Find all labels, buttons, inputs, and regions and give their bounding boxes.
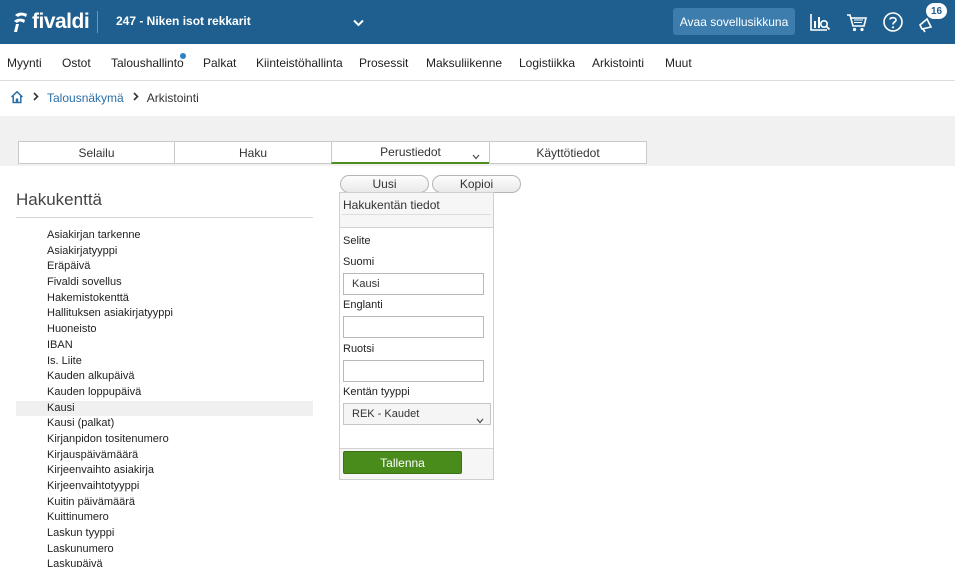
copy-button[interactable]: Kopioi <box>432 175 521 193</box>
details-form: Selite Suomi Kausi Englanti Ruotsi Kentä… <box>340 228 493 448</box>
nav-item-maksuliikenne[interactable]: Maksuliikenne <box>426 56 502 70</box>
details-title: Hakukentän tiedot <box>343 198 440 212</box>
field-type-value: REK - Kaudet <box>352 408 420 420</box>
logo-text: fivaldi <box>32 10 90 33</box>
list-item-selected[interactable]: Kausi <box>16 400 313 417</box>
chevron-down-icon <box>476 411 484 431</box>
list-item[interactable]: Laskunumero <box>16 542 313 558</box>
open-app-window-button[interactable]: Avaa sovellusikkuna <box>673 8 795 35</box>
panel-title: Hakukenttä <box>16 190 313 218</box>
list-item[interactable]: Kirjeenvaihto asiakirja <box>16 463 313 479</box>
nav-item-ostot[interactable]: Ostot <box>62 56 91 70</box>
list-item[interactable]: Kuitin päivämäärä <box>16 495 313 511</box>
list-item[interactable]: Hakemistokenttä <box>16 291 313 307</box>
field-type-label: Kentän tyyppi <box>343 386 410 398</box>
main-navigation: Myynti Ostot Taloushallinto Palkat Kiint… <box>0 44 955 81</box>
list-item[interactable]: Is. Liite <box>16 354 313 370</box>
nav-item-kiinteistohallinta[interactable]: Kiinteistöhallinta <box>256 56 343 70</box>
company-selector-label[interactable]: 247 - Niken isot rekkarit <box>116 14 251 28</box>
list-item[interactable]: Fivaldi sovellus <box>16 275 313 291</box>
notification-count-badge: 16 <box>926 3 947 19</box>
list-item[interactable]: Asiakirjan tarkenne <box>16 228 313 244</box>
list-item[interactable]: Laskupäivä <box>16 557 313 567</box>
nav-item-myynti[interactable]: Myynti <box>7 56 42 70</box>
divider <box>340 448 493 449</box>
help-icon[interactable] <box>882 11 904 33</box>
nav-item-arkistointi[interactable]: Arkistointi <box>592 56 644 70</box>
nav-item-logistiikka[interactable]: Logistiikka <box>519 56 575 70</box>
list-item[interactable]: Hallituksen asiakirjatyyppi <box>16 306 313 322</box>
logo-divider <box>97 11 98 33</box>
search-field-list: Asiakirjan tarkenne Asiakirjatyyppi Eräp… <box>16 228 313 567</box>
home-icon[interactable] <box>10 90 24 107</box>
tab-label: Perustiedot <box>380 145 441 159</box>
tab-haku[interactable]: Haku <box>174 141 332 164</box>
new-indicator-dot <box>180 53 186 59</box>
finnish-field[interactable]: Kausi <box>343 273 484 295</box>
english-label: Englanti <box>343 299 383 311</box>
list-item[interactable]: Kuittinumero <box>16 510 313 526</box>
fivaldi-logo[interactable]: fivaldi <box>12 9 90 35</box>
save-button[interactable]: Tallenna <box>343 451 462 474</box>
nav-item-palkat[interactable]: Palkat <box>203 56 236 70</box>
list-item[interactable]: Kirjauspäivämäärä <box>16 448 313 464</box>
sub-tabs: Selailu Haku Perustiedot Käyttötiedot <box>18 141 647 164</box>
logo-mark-icon <box>12 11 28 33</box>
breadcrumb: Talousnäkymä Arkistointi <box>10 90 199 106</box>
new-button[interactable]: Uusi <box>340 175 429 193</box>
list-item[interactable]: Kauden alkupäivä <box>16 369 313 385</box>
list-item[interactable]: Kirjeenvaihtotyyppi <box>16 479 313 495</box>
list-item[interactable]: Kauden loppupäivä <box>16 385 313 401</box>
list-item[interactable]: Eräpäivä <box>16 259 313 275</box>
divider <box>342 214 491 215</box>
list-item[interactable]: IBAN <box>16 338 313 354</box>
swedish-label: Ruotsi <box>343 343 375 355</box>
english-field[interactable] <box>343 316 484 338</box>
chevron-down-icon[interactable] <box>353 16 364 30</box>
list-item[interactable]: Huoneisto <box>16 322 313 338</box>
chevron-down-icon[interactable] <box>472 149 480 163</box>
tab-kayttotiedot[interactable]: Käyttötiedot <box>489 141 647 164</box>
search-field-panel: Hakukenttä Asiakirjan tarkenne Asiakirja… <box>16 190 313 567</box>
list-item[interactable]: Asiakirjatyyppi <box>16 244 313 260</box>
tab-label: Käyttötiedot <box>536 145 600 160</box>
list-item[interactable]: Kausi (palkat) <box>16 416 313 432</box>
list-item[interactable]: Laskun tyyppi <box>16 526 313 542</box>
tab-selailu[interactable]: Selailu <box>18 141 175 164</box>
record-actions: Uusi Kopioi <box>340 175 524 193</box>
swedish-field[interactable] <box>343 360 484 382</box>
finnish-label: Suomi <box>343 256 375 268</box>
nav-item-prosessit[interactable]: Prosessit <box>359 56 408 70</box>
top-bar: fivaldi 247 - Niken isot rekkarit Avaa s… <box>0 0 955 44</box>
cart-icon[interactable] <box>846 11 868 33</box>
breadcrumb-current: Arkistointi <box>146 91 199 105</box>
tab-label: Haku <box>238 145 267 160</box>
chevron-right-icon <box>33 92 39 104</box>
list-item[interactable]: Kirjanpidon tositenumero <box>16 432 313 448</box>
breadcrumb-link-talousnakyma[interactable]: Talousnäkymä <box>47 91 124 105</box>
tab-label: Selailu <box>78 145 115 160</box>
nav-item-muut[interactable]: Muut <box>665 56 692 70</box>
tab-perustiedot[interactable]: Perustiedot <box>331 141 490 164</box>
chevron-right-icon <box>133 92 139 104</box>
description-section-label: Selite <box>343 235 371 247</box>
field-type-select[interactable]: REK - Kaudet <box>343 403 491 425</box>
nav-item-taloushallinto[interactable]: Taloushallinto <box>111 56 184 70</box>
reports-search-icon[interactable] <box>809 11 831 33</box>
search-field-details-panel: Hakukentän tiedot Selite Suomi Kausi Eng… <box>339 192 494 480</box>
